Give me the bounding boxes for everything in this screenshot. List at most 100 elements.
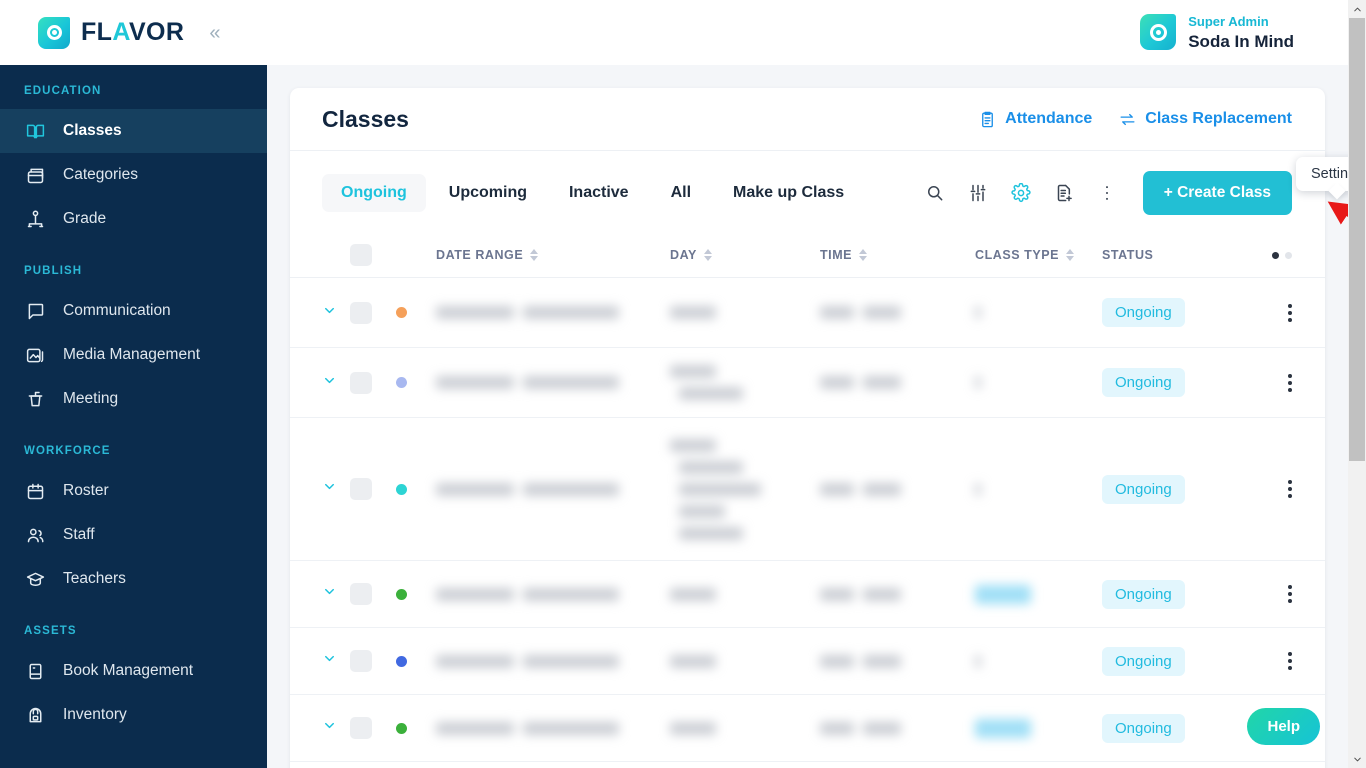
row-checkbox[interactable]: [350, 478, 372, 500]
row-checkbox-cell: [350, 650, 396, 672]
sidebar-item-grade[interactable]: Grade: [0, 197, 267, 241]
search-icon[interactable]: [924, 182, 946, 204]
cell-date-range: [436, 376, 670, 389]
select-all-checkbox[interactable]: [350, 244, 372, 266]
column-page-indicator[interactable]: [1246, 251, 1292, 259]
create-class-button[interactable]: + Create Class: [1142, 171, 1292, 215]
row-checkbox[interactable]: [350, 301, 372, 324]
header-time[interactable]: TIME: [820, 248, 975, 262]
more-vertical-icon[interactable]: [1288, 480, 1292, 498]
classes-card: Classes Attendance Class Replacement Ong…: [290, 88, 1325, 768]
row-checkbox[interactable]: [350, 583, 372, 605]
scrollbar-thumb[interactable]: [1349, 18, 1365, 461]
gear-icon[interactable]: [1010, 182, 1032, 204]
sort-time-icon[interactable]: [859, 249, 868, 261]
row-expand-toggle[interactable]: [322, 479, 350, 499]
select-all-checkbox-cell: [350, 244, 396, 266]
chevron-down-icon[interactable]: [322, 654, 337, 669]
table-row[interactable]: Ongoing: [290, 628, 1325, 695]
table-row[interactable]: Ongoing: [290, 695, 1325, 762]
row-actions[interactable]: [1246, 652, 1292, 670]
chevron-down-icon[interactable]: [322, 482, 337, 497]
header-class-type[interactable]: CLASS TYPE: [975, 248, 1102, 262]
cell-time: [820, 306, 975, 319]
attendance-label: Attendance: [1005, 110, 1093, 127]
chevron-down-icon[interactable]: [322, 721, 337, 736]
table-row[interactable]: Ongoing: [290, 348, 1325, 418]
more-vertical-icon[interactable]: [1288, 373, 1292, 392]
cell-status: Ongoing: [1102, 368, 1246, 397]
cell-class-type: [975, 376, 1102, 389]
book-closed-icon: [24, 660, 46, 682]
sidebar-item-media-management[interactable]: Media Management: [0, 333, 267, 377]
row-expand-toggle[interactable]: [322, 718, 350, 738]
row-actions[interactable]: [1246, 585, 1292, 603]
status-badge: Ongoing: [1102, 368, 1185, 397]
tab-inactive[interactable]: Inactive: [550, 174, 648, 212]
user-menu[interactable]: Super Admin Soda In Mind: [1140, 13, 1294, 52]
more-vertical-icon[interactable]: [1288, 303, 1292, 322]
sidebar-item-meeting[interactable]: Meeting: [0, 377, 267, 421]
cell-status: Ongoing: [1102, 646, 1246, 676]
class-color-dot: [396, 655, 407, 667]
header-date-range[interactable]: DATE RANGE: [436, 248, 670, 262]
chevron-down-icon[interactable]: [322, 306, 337, 321]
tab-bar: Ongoing Upcoming Inactive All Make up Cl…: [290, 151, 1325, 233]
class-replacement-link[interactable]: Class Replacement: [1118, 110, 1292, 129]
cell-date-range: [436, 587, 670, 601]
row-expand-toggle[interactable]: [322, 651, 350, 671]
sidebar-item-inventory[interactable]: Inventory: [0, 693, 267, 737]
row-checkbox[interactable]: [350, 717, 372, 739]
tab-upcoming[interactable]: Upcoming: [430, 174, 546, 212]
table-row[interactable]: Ongoing: [290, 278, 1325, 348]
sidebar-item-teachers[interactable]: Teachers: [0, 557, 267, 601]
tabs: Ongoing Upcoming Inactive All Make up Cl…: [322, 174, 863, 212]
row-actions[interactable]: [1246, 480, 1292, 498]
scroll-down-arrow-icon[interactable]: [1348, 750, 1366, 768]
row-expand-toggle[interactable]: [322, 373, 350, 393]
sidebar-item-categories[interactable]: Categories: [0, 153, 267, 197]
class-replacement-label: Class Replacement: [1145, 110, 1292, 127]
tab-make-up-class[interactable]: Make up Class: [714, 174, 863, 212]
sidebar-item-book-management[interactable]: Book Management: [0, 649, 267, 693]
row-expand-toggle[interactable]: [322, 584, 350, 604]
row-actions[interactable]: [1246, 303, 1292, 322]
row-checkbox[interactable]: [350, 650, 372, 672]
header-day[interactable]: DAY: [670, 248, 820, 262]
sort-date-range-icon[interactable]: [530, 249, 539, 261]
tab-ongoing[interactable]: Ongoing: [322, 174, 426, 212]
sidebar-item-communication[interactable]: Communication: [0, 289, 267, 333]
more-vertical-icon[interactable]: [1288, 585, 1292, 603]
sidebar-item-staff[interactable]: Staff: [0, 513, 267, 557]
tab-all[interactable]: All: [652, 174, 710, 212]
header-actions: Attendance Class Replacement: [978, 110, 1292, 129]
cell-class-type: [975, 584, 1102, 604]
chevron-down-icon[interactable]: [322, 587, 337, 602]
page-scrollbar[interactable]: [1348, 0, 1366, 768]
sidebar-item-label: Categories: [63, 166, 138, 183]
export-document-icon[interactable]: [1053, 182, 1075, 204]
sidebar-collapse-icon[interactable]: «: [209, 23, 220, 43]
table-row[interactable]: Ongoing: [290, 561, 1325, 628]
filter-icon[interactable]: [967, 182, 989, 204]
status-badge: Ongoing: [1102, 298, 1185, 327]
sidebar-item-classes[interactable]: Classes: [0, 109, 267, 153]
sidebar-item-roster[interactable]: Roster: [0, 469, 267, 513]
status-badge: Ongoing: [1102, 474, 1185, 504]
sort-day-icon[interactable]: [703, 249, 712, 261]
chevron-down-icon[interactable]: [322, 376, 337, 391]
row-actions[interactable]: [1246, 373, 1292, 392]
more-vertical-icon[interactable]: [1288, 652, 1292, 670]
help-button[interactable]: Help: [1247, 708, 1320, 745]
row-expand-toggle[interactable]: [322, 303, 350, 323]
sort-class-type-icon[interactable]: [1066, 249, 1074, 261]
cell-time: [820, 587, 975, 601]
attendance-link[interactable]: Attendance: [978, 110, 1092, 129]
cell-time: [820, 654, 975, 668]
cell-day: [670, 587, 820, 601]
table-row[interactable]: Ongoing: [290, 418, 1325, 561]
scroll-up-arrow-icon[interactable]: [1348, 0, 1366, 18]
row-checkbox[interactable]: [350, 371, 372, 394]
swap-icon: [1120, 113, 1135, 125]
more-vertical-icon[interactable]: [1096, 182, 1118, 204]
